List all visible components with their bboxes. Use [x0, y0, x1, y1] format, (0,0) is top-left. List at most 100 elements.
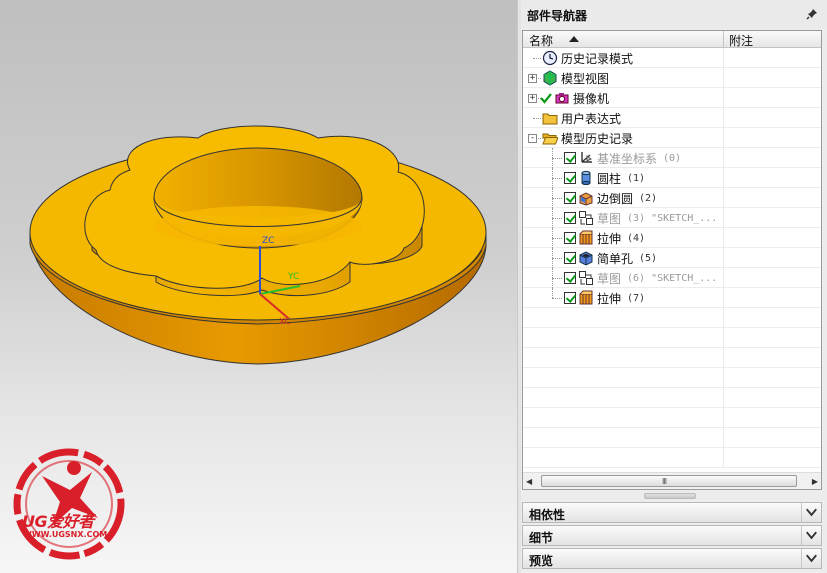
- column-note-header[interactable]: 附注: [729, 32, 753, 49]
- tree-connector: [552, 158, 562, 159]
- yc-label: YC: [288, 272, 300, 282]
- tree-row[interactable]: 用户表达式: [523, 108, 821, 128]
- visibility-checkbox[interactable]: [564, 292, 576, 304]
- column-cell-divider: [723, 408, 724, 428]
- tree-node-label: 历史记录模式: [561, 51, 634, 66]
- tree-node[interactable]: 圆柱 (1): [564, 170, 645, 186]
- scroll-thumb[interactable]: III: [541, 475, 797, 487]
- tree-rows: 历史记录模式 + 模型视图 + 摄像机用户表达式 - 模型历史记录基准坐标系 (0) 圆柱 (1)…: [523, 48, 821, 468]
- tree-node[interactable]: + 模型视图: [528, 70, 609, 86]
- column-cell-divider: [723, 248, 724, 268]
- tree-row[interactable]: 历史记录模式: [523, 48, 821, 68]
- extrude-icon: [578, 290, 594, 306]
- tree-node-label: 圆柱: [597, 171, 622, 186]
- column-name-header[interactable]: 名称: [529, 32, 553, 49]
- folder-icon: [542, 110, 558, 126]
- edge-blend-icon: [578, 190, 594, 206]
- extrude-icon: [578, 230, 594, 246]
- section-preview-title: 预览: [529, 554, 554, 568]
- column-cell-divider: [723, 208, 724, 228]
- tree-node[interactable]: 历史记录模式: [528, 50, 633, 66]
- expand-icon[interactable]: +: [528, 73, 537, 83]
- sketch-icon: [578, 270, 594, 286]
- tree-row[interactable]: 简单孔 (5): [523, 248, 821, 268]
- navigator-tree[interactable]: 名称 附注 历史记录模式 + 模型视图 + 摄像机用户表达式 - 模型历史记录基准坐标系 (0…: [522, 30, 822, 490]
- column-cell-divider: [723, 108, 724, 128]
- check-mark-icon[interactable]: [540, 92, 552, 104]
- logo-text: UG爱好者: [22, 512, 94, 531]
- visibility-checkbox[interactable]: [564, 152, 576, 164]
- model-views-icon: [542, 70, 558, 86]
- tree-node-label: 拉伸: [597, 231, 622, 246]
- section-dependencies[interactable]: 相依性: [522, 502, 822, 523]
- visibility-checkbox[interactable]: [564, 192, 576, 204]
- column-cell-divider: [723, 68, 724, 88]
- tree-node[interactable]: 简单孔 (5): [564, 250, 657, 266]
- tree-connector: [552, 278, 562, 279]
- column-cell-divider: [723, 308, 724, 328]
- tree-node-label: 用户表达式: [561, 111, 622, 126]
- tree-node[interactable]: 草图 (3) "SKETCH_...: [564, 210, 717, 226]
- column-cell-divider: [723, 448, 724, 468]
- column-cell-divider: [723, 188, 724, 208]
- tree-row[interactable]: - 模型历史记录: [523, 128, 821, 148]
- chevron-down-icon[interactable]: [801, 549, 821, 568]
- tree-row[interactable]: 圆柱 (1): [523, 168, 821, 188]
- column-cell-divider: [723, 348, 724, 368]
- visibility-checkbox[interactable]: [564, 252, 576, 264]
- logo-url: WWW.UGSNX.COM: [23, 530, 108, 539]
- tree-node[interactable]: + 摄像机: [528, 90, 609, 106]
- tree-node-suffix: (1): [627, 172, 646, 184]
- collapse-icon[interactable]: -: [528, 133, 537, 143]
- tree-node[interactable]: - 模型历史记录: [528, 130, 633, 146]
- scroll-right-icon[interactable]: ▶: [812, 477, 818, 486]
- datum-csys-icon: [578, 150, 594, 166]
- tree-connector: [552, 258, 562, 259]
- tree-row-empty: [523, 428, 821, 448]
- tree-node-label: 基准坐标系: [597, 151, 658, 166]
- column-cell-divider: [723, 88, 724, 108]
- xc-label: XC: [279, 317, 291, 327]
- visibility-checkbox[interactable]: [564, 172, 576, 184]
- tree-row-empty: [523, 388, 821, 408]
- tree-row-empty: [523, 348, 821, 368]
- visibility-checkbox[interactable]: [564, 232, 576, 244]
- chevron-down-icon[interactable]: [801, 526, 821, 545]
- chevron-down-icon[interactable]: [801, 503, 821, 522]
- tree-node[interactable]: 边倒圆 (2): [564, 190, 657, 206]
- tree-row[interactable]: 草图 (6) "SKETCH_...: [523, 268, 821, 288]
- column-cell-divider: [723, 148, 724, 168]
- tree-node-suffix: (5): [639, 252, 658, 264]
- tree-node-label: 草图: [597, 211, 622, 226]
- tree-node-suffix: (4): [627, 232, 646, 244]
- tree-node[interactable]: 基准坐标系 (0): [564, 150, 681, 166]
- pin-icon[interactable]: [806, 8, 818, 20]
- visibility-checkbox[interactable]: [564, 212, 576, 224]
- section-preview[interactable]: 预览: [522, 548, 822, 569]
- visibility-checkbox[interactable]: [564, 272, 576, 284]
- tree-node[interactable]: 拉伸 (4): [564, 230, 645, 246]
- scroll-left-icon[interactable]: ◀: [526, 477, 532, 486]
- tree-row[interactable]: 草图 (3) "SKETCH_...: [523, 208, 821, 228]
- horizontal-scrollbar[interactable]: ◀ III ▶: [523, 472, 821, 489]
- tree-row[interactable]: 边倒圆 (2): [523, 188, 821, 208]
- tree-row[interactable]: 基准坐标系 (0): [523, 148, 821, 168]
- tree-node[interactable]: 拉伸 (7): [564, 290, 645, 306]
- tree-row[interactable]: + 摄像机: [523, 88, 821, 108]
- sort-ascending-icon[interactable]: [569, 36, 579, 42]
- hole-icon: [578, 250, 594, 266]
- column-divider[interactable]: [723, 31, 724, 48]
- section-details[interactable]: 细节: [522, 525, 822, 546]
- tree-node-label: 模型视图: [561, 71, 610, 86]
- tree-row[interactable]: + 模型视图: [523, 68, 821, 88]
- graphics-viewport[interactable]: ZC YC XC UG爱好者 WWW.UGSNX.COM: [0, 0, 517, 573]
- column-cell-divider: [723, 328, 724, 348]
- tree-row[interactable]: 拉伸 (4): [523, 228, 821, 248]
- resize-grip[interactable]: [644, 493, 696, 499]
- tree-row-empty: [523, 408, 821, 428]
- tree-node[interactable]: 用户表达式: [528, 110, 621, 126]
- expand-icon[interactable]: +: [528, 93, 537, 103]
- column-cell-divider: [723, 48, 724, 68]
- tree-row[interactable]: 拉伸 (7): [523, 288, 821, 308]
- tree-node[interactable]: 草图 (6) "SKETCH_...: [564, 270, 717, 286]
